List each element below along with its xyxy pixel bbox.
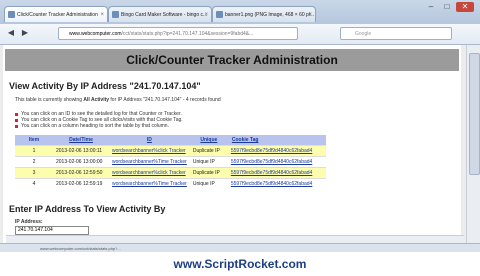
favicon-icon: [8, 11, 15, 18]
sort-id-link[interactable]: ID: [147, 137, 152, 143]
table-row: 2 2013-02-06 13:00:00 wordsearchbanner%T…: [15, 156, 326, 168]
table-row: 4 2013-02-06 12:59:19 wordsearchbanner%T…: [15, 178, 326, 189]
forward-button[interactable]: ▶: [20, 28, 30, 38]
cell-id-link[interactable]: wordsearchbanner%Time Tracker: [109, 178, 190, 189]
footer-watermark: www.ScriptRocket.com: [0, 252, 480, 271]
cell-id-link[interactable]: wordsearchbanner%click Tracker: [109, 145, 190, 157]
tab-label: Click/Counter Tracker Administration: [17, 12, 98, 18]
sort-datetime-link[interactable]: Date/Time: [69, 137, 93, 143]
section-heading: View Activity By IP Address "241.70.147.…: [9, 81, 201, 91]
close-tab-icon[interactable]: ×: [308, 7, 312, 22]
scrollbar-thumb[interactable]: [469, 53, 480, 175]
table-row: 3 2013-02-06 12:59:50 wordsearchbanner%c…: [15, 167, 326, 179]
help-item: You can click on a column heading to sor…: [15, 123, 183, 129]
cell-unique: Unique IP: [189, 156, 228, 168]
col-item[interactable]: Item: [15, 135, 53, 146]
close-tab-icon[interactable]: ×: [100, 7, 104, 22]
col-cookie[interactable]: Cookie Tag: [227, 135, 326, 146]
cell-cookie-link[interactable]: 5597f9ecbd8e75df9d4840c62fabad4: [227, 167, 326, 179]
page-title: Click/Counter Tracker Administration: [5, 49, 459, 71]
table-row: 1 2013-02-06 13:00:11 wordsearchbanner%c…: [15, 145, 326, 157]
url-bar[interactable]: www.webcomputer.com/cct/stats/stats.php?…: [58, 27, 298, 40]
col-datetime[interactable]: Date/Time: [53, 135, 109, 146]
info-suffix: for IP Address "241.70.147.104" - 4 reco…: [109, 97, 221, 103]
form-heading: Enter IP Address To View Activity By: [9, 204, 166, 214]
cell-datetime: 2013-02-06 13:00:00: [53, 156, 109, 168]
cell-datetime: 2013-02-06 12:59:19: [53, 178, 109, 189]
cell-id-link[interactable]: wordsearchbanner%Time Tracker: [109, 156, 190, 168]
info-prefix: This table is currently showing: [15, 97, 84, 103]
tab-bingo[interactable]: Bingo Card Maker Software - bingo c... ×: [108, 6, 212, 22]
cell-unique: Unique IP: [189, 178, 228, 189]
maximize-button[interactable]: □: [440, 2, 454, 12]
search-input[interactable]: Google: [340, 27, 452, 40]
cell-datetime: 2013-02-06 12:59:50: [53, 167, 109, 179]
back-button[interactable]: ◀: [6, 28, 16, 38]
cell-item: 1: [15, 145, 53, 157]
page-viewport: Click/Counter Tracker Administration Vie…: [0, 45, 466, 243]
cell-item: 3: [15, 167, 53, 179]
cell-cookie-link[interactable]: 5597f9ecbd8e75df9d4840c62fabad4: [227, 156, 326, 168]
nav-toolbar: ◀ ▶ www.webcomputer.com/cct/stats/stats.…: [0, 24, 480, 45]
tab-label: Bingo Card Maker Software - bingo c...: [121, 12, 208, 18]
ip-address-input[interactable]: 241.70.147.104: [15, 226, 89, 235]
favicon-icon: [216, 11, 223, 18]
url-domain: www.webcomputer.com: [69, 31, 122, 37]
cell-item: 2: [15, 156, 53, 168]
vertical-scrollbar[interactable]: [466, 45, 480, 243]
cell-cookie-link[interactable]: 5597f9ecbd8e75df9d4840c62fabad4: [227, 145, 326, 157]
cell-cookie-link[interactable]: 5597f9ecbd8e75df9d4840c62fabad4: [227, 178, 326, 189]
tab-tracker-admin[interactable]: Click/Counter Tracker Administration ×: [4, 6, 108, 22]
info-text: This table is currently showing All Acti…: [15, 97, 221, 103]
cell-id-link[interactable]: wordsearchbanner%click Tracker: [109, 167, 190, 179]
favicon-icon: [112, 11, 119, 18]
browser-window: Click/Counter Tracker Administration × B…: [0, 0, 480, 252]
ip-label: IP Address:: [15, 219, 43, 225]
cell-unique: Duplicate IP: [189, 167, 228, 179]
horizontal-scrollbar[interactable]: [6, 235, 464, 243]
close-window-button[interactable]: ✕: [456, 2, 474, 12]
url-path: /cct/stats/stats.php?ip=241.70.147.104&s…: [121, 31, 254, 37]
sort-cookie-link[interactable]: Cookie Tag: [232, 137, 259, 143]
close-tab-icon[interactable]: ×: [204, 7, 208, 22]
activity-table: Item Date/Time ID Unique Cookie Tag 1 20…: [15, 135, 326, 189]
status-bar: www.webcomputer.com/cct/stats/stats.php?…: [0, 243, 480, 252]
cell-datetime: 2013-02-06 13:00:11: [53, 145, 109, 157]
table-header-row: Item Date/Time ID Unique Cookie Tag: [15, 135, 326, 146]
tab-strip: Click/Counter Tracker Administration × B…: [0, 0, 480, 24]
col-id[interactable]: ID: [109, 135, 190, 146]
cell-unique: Duplicate IP: [189, 145, 228, 157]
tab-label: banner1.png (PNG Image, 468 × 60 pi...: [225, 12, 315, 18]
sort-unique-link[interactable]: Unique: [200, 137, 217, 143]
info-bold: All Activity: [83, 97, 110, 103]
tab-banner-image[interactable]: banner1.png (PNG Image, 468 × 60 pi... ×: [212, 6, 316, 22]
minimize-button[interactable]: –: [424, 2, 438, 12]
col-unique[interactable]: Unique: [189, 135, 228, 146]
page-content: Click/Counter Tracker Administration Vie…: [3, 45, 464, 243]
help-list: You can click on an ID to see the detail…: [15, 111, 183, 129]
cell-item: 4: [15, 178, 53, 189]
